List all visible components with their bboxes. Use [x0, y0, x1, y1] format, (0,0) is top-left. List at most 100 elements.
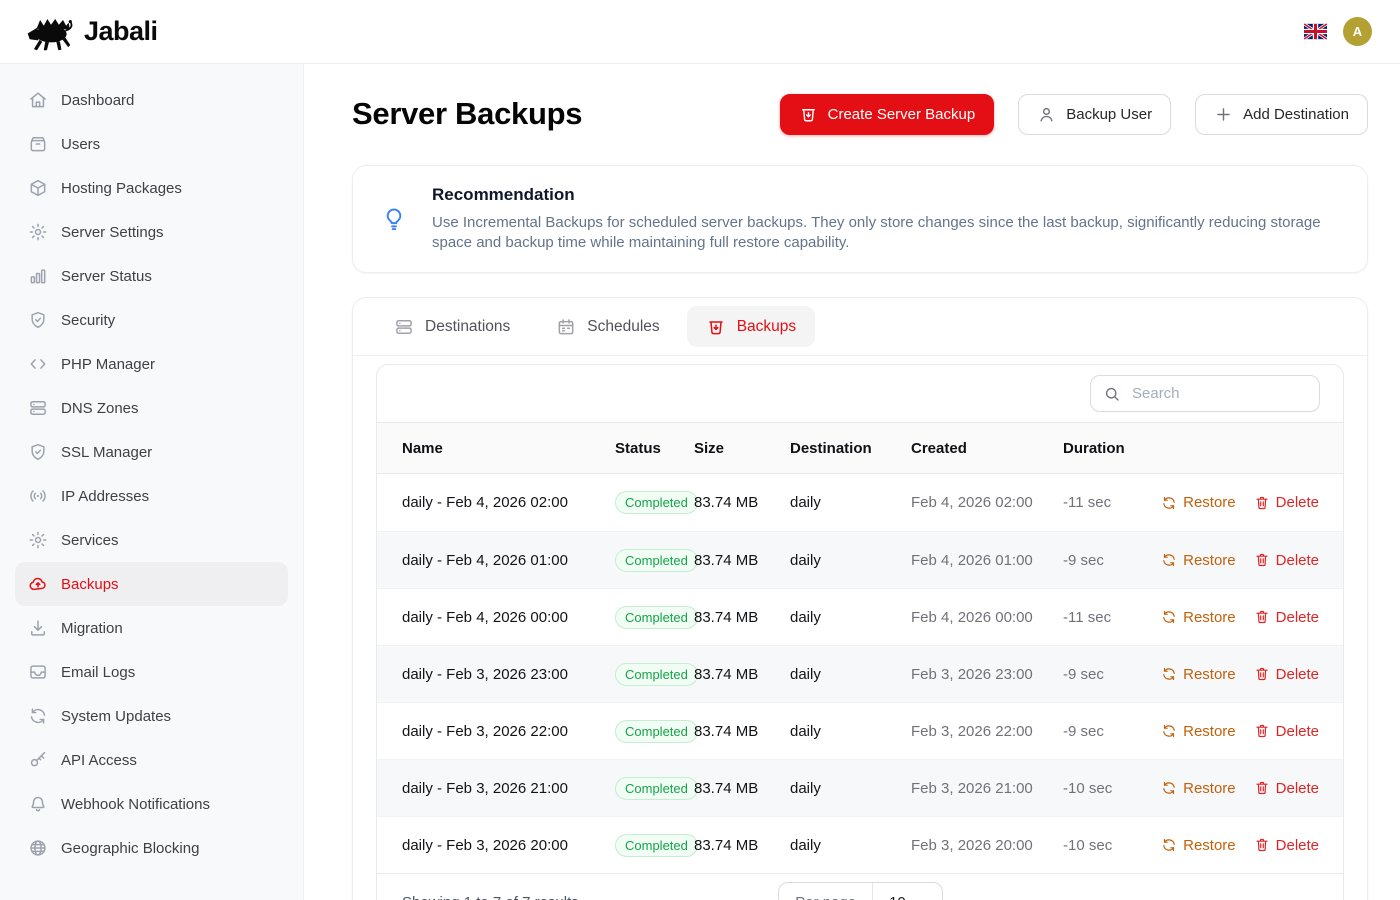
backup-destination: daily	[790, 780, 911, 797]
server-icon	[28, 398, 48, 418]
sidebar-item-ip-addresses[interactable]: IP Addresses	[15, 474, 288, 518]
restore-button[interactable]: Restore	[1161, 609, 1236, 626]
sidebar-item-ssl-manager[interactable]: SSL Manager	[15, 430, 288, 474]
backup-destination: daily	[790, 666, 911, 683]
key-icon	[28, 750, 48, 770]
sidebar-item-php-manager[interactable]: PHP Manager	[15, 342, 288, 386]
tab-destinations[interactable]: Destinations	[375, 306, 529, 347]
language-flag-button[interactable]	[1304, 23, 1327, 40]
sidebar-item-label: Email Logs	[61, 664, 135, 681]
sidebar-item-dashboard[interactable]: Dashboard	[15, 78, 288, 122]
backup-user-button[interactable]: Backup User	[1018, 94, 1171, 135]
backup-destination: daily	[790, 723, 911, 740]
sidebar-item-server-settings[interactable]: Server Settings	[15, 210, 288, 254]
restore-button[interactable]: Restore	[1161, 723, 1236, 740]
column-header-destination: Destination	[790, 440, 911, 457]
backup-created: Feb 4, 2026 00:00	[911, 609, 1063, 626]
sidebar-item-label: Webhook Notifications	[61, 796, 210, 813]
delete-button[interactable]: Delete	[1254, 780, 1319, 797]
column-header-name: Name	[402, 440, 615, 457]
backup-size: 83.74 MB	[694, 780, 790, 797]
backup-size: 83.74 MB	[694, 723, 790, 740]
backup-name: daily - Feb 4, 2026 02:00	[402, 494, 615, 511]
sidebar-item-services[interactable]: Services	[15, 518, 288, 562]
delete-button[interactable]: Delete	[1254, 666, 1319, 683]
sidebar-item-backups[interactable]: Backups	[15, 562, 288, 606]
sidebar-item-server-status[interactable]: Server Status	[15, 254, 288, 298]
column-header-duration: Duration	[1063, 440, 1155, 457]
table-header: NameStatusSizeDestinationCreatedDuration	[377, 422, 1343, 474]
column-header-status: Status	[615, 440, 694, 457]
column-header-size: Size	[694, 440, 790, 457]
restore-button[interactable]: Restore	[1161, 494, 1236, 511]
sidebar-item-label: Security	[61, 312, 115, 329]
table-row: daily - Feb 3, 2026 20:00Completed83.74 …	[377, 816, 1343, 873]
restore-button[interactable]: Restore	[1161, 780, 1236, 797]
restore-button[interactable]: Restore	[1161, 837, 1236, 854]
avatar[interactable]: A	[1343, 17, 1372, 46]
restore-button[interactable]: Restore	[1161, 666, 1236, 683]
uk-flag-icon	[1304, 23, 1327, 40]
delete-button[interactable]: Delete	[1254, 837, 1319, 854]
create-server-backup-button[interactable]: Create Server Backup	[780, 94, 995, 135]
backup-destination: daily	[790, 609, 911, 626]
trash-icon	[1254, 609, 1270, 625]
backup-duration: -9 sec	[1063, 723, 1155, 740]
sidebar-item-email-logs[interactable]: Email Logs	[15, 650, 288, 694]
per-page-select[interactable]: Per page 10	[778, 882, 943, 900]
card-body: NameStatusSizeDestinationCreatedDuration…	[353, 356, 1367, 900]
sidebar-item-label: Migration	[61, 620, 123, 637]
backup-created: Feb 4, 2026 01:00	[911, 552, 1063, 569]
sidebar-item-hosting-packages[interactable]: Hosting Packages	[15, 166, 288, 210]
sidebar-item-dns-zones[interactable]: DNS Zones	[15, 386, 288, 430]
backup-name: daily - Feb 3, 2026 20:00	[402, 837, 615, 854]
recommendation-text: Recommendation Use Incremental Backups f…	[432, 185, 1322, 253]
add-destination-button[interactable]: Add Destination	[1195, 94, 1368, 135]
sidebar-item-api-access[interactable]: API Access	[15, 738, 288, 782]
restore-icon	[1161, 723, 1177, 739]
brand-name: Jabali	[84, 16, 158, 47]
sidebar-item-label: Server Status	[61, 268, 152, 285]
search-row	[377, 365, 1343, 422]
download-icon	[28, 618, 48, 638]
trash-icon	[1254, 780, 1270, 796]
sidebar-item-geographic-blocking[interactable]: Geographic Blocking	[15, 826, 288, 870]
delete-button[interactable]: Delete	[1254, 723, 1319, 740]
status-badge: Completed	[615, 491, 698, 514]
page-title: Server Backups	[352, 96, 582, 132]
backup-name: daily - Feb 3, 2026 22:00	[402, 723, 615, 740]
sidebar-item-label: API Access	[61, 752, 137, 769]
restore-button[interactable]: Restore	[1161, 552, 1236, 569]
sidebar-item-label: Backups	[61, 576, 119, 593]
results-summary: Showing 1 to 7 of 7 results	[402, 894, 778, 900]
tab-backups[interactable]: Backups	[687, 306, 815, 347]
delete-button[interactable]: Delete	[1254, 552, 1319, 569]
delete-button[interactable]: Delete	[1254, 494, 1319, 511]
backup-duration: -10 sec	[1063, 837, 1155, 854]
backup-name: daily - Feb 4, 2026 01:00	[402, 552, 615, 569]
sidebar-item-security[interactable]: Security	[15, 298, 288, 342]
sidebar-item-webhook-notifications[interactable]: Webhook Notifications	[15, 782, 288, 826]
table-footer: Showing 1 to 7 of 7 results Per page 10	[377, 873, 1343, 900]
sidebar-item-migration[interactable]: Migration	[15, 606, 288, 650]
table-row: daily - Feb 4, 2026 00:00Completed83.74 …	[377, 588, 1343, 645]
sidebar-item-label: IP Addresses	[61, 488, 149, 505]
backup-created: Feb 3, 2026 21:00	[911, 780, 1063, 797]
table-row: daily - Feb 3, 2026 23:00Completed83.74 …	[377, 645, 1343, 702]
chart-icon	[28, 266, 48, 286]
sidebar-item-system-updates[interactable]: System Updates	[15, 694, 288, 738]
refresh-icon	[28, 706, 48, 726]
backup-name: daily - Feb 3, 2026 21:00	[402, 780, 615, 797]
tab-schedules[interactable]: Schedules	[537, 306, 678, 347]
backup-size: 83.74 MB	[694, 666, 790, 683]
search-icon	[1103, 385, 1121, 403]
search-field[interactable]	[1130, 384, 1307, 403]
search-input[interactable]	[1090, 375, 1320, 412]
delete-button[interactable]: Delete	[1254, 609, 1319, 626]
table-row: daily - Feb 3, 2026 22:00Completed83.74 …	[377, 702, 1343, 759]
restore-icon	[1161, 780, 1177, 796]
sidebar-item-users[interactable]: Users	[15, 122, 288, 166]
backup-created: Feb 3, 2026 22:00	[911, 723, 1063, 740]
status-badge: Completed	[615, 777, 698, 800]
backup-size: 83.74 MB	[694, 609, 790, 626]
